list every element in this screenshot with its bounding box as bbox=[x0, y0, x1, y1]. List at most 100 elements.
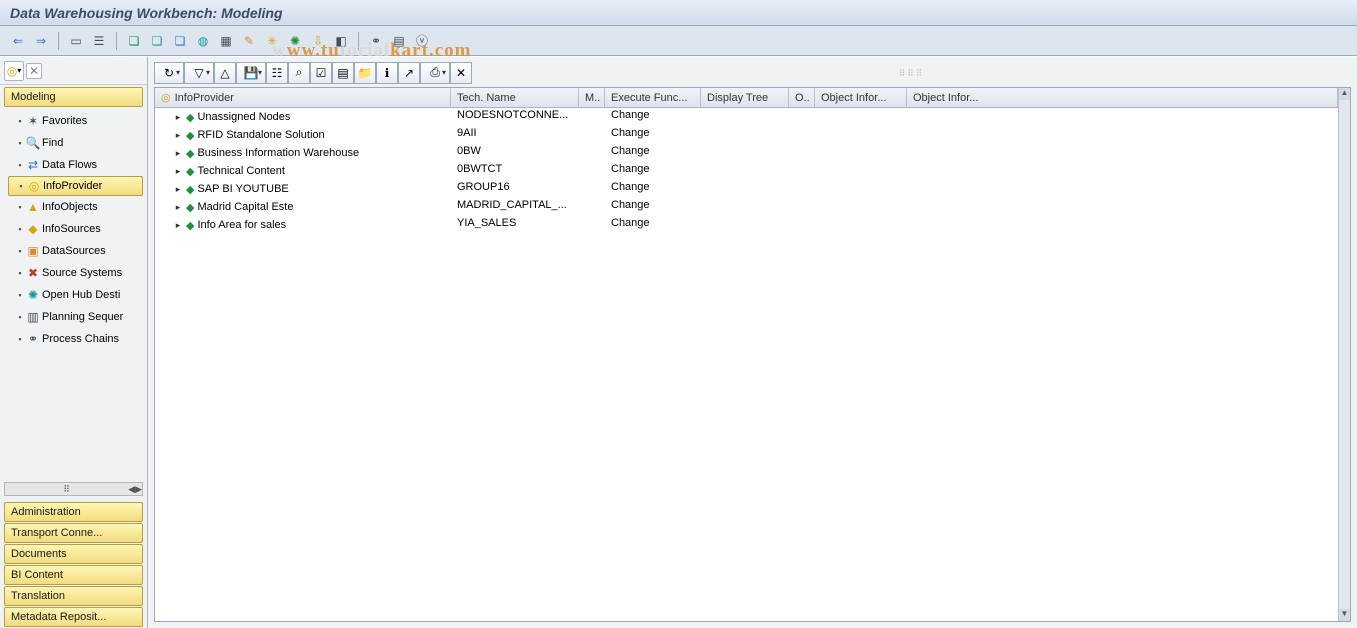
infoarea-icon: ◆ bbox=[186, 165, 194, 178]
sort-asc-icon[interactable]: △ bbox=[214, 62, 236, 84]
expand-icon[interactable]: ▸ bbox=[173, 112, 183, 123]
page-title: Data Warehousing Workbench: Modeling bbox=[10, 5, 283, 21]
infoarea-icon: ◆ bbox=[186, 219, 194, 232]
forward-icon[interactable]: ⇒ bbox=[31, 31, 51, 51]
select-icon[interactable]: ☑ bbox=[310, 62, 332, 84]
nav-infoprovider[interactable]: ▪ ◎ InfoProvider bbox=[8, 176, 143, 196]
row-exec-func: Change bbox=[605, 162, 701, 180]
row-label: RFID Standalone Solution bbox=[197, 129, 324, 141]
sidebar-display-icon[interactable]: ◎▾ bbox=[4, 61, 24, 81]
grid-header: ◎InfoProviderTech. NameM..Execute Func..… bbox=[155, 88, 1338, 108]
grid-icon[interactable]: ▦ bbox=[216, 31, 236, 51]
infoarea-icon: ◆ bbox=[186, 111, 194, 124]
col-header[interactable]: ◎InfoProvider bbox=[155, 88, 451, 107]
nav-open-hub[interactable]: ▪ ✺ Open Hub Desti bbox=[8, 284, 143, 306]
separator bbox=[116, 32, 117, 50]
expand-icon[interactable]: ▸ bbox=[173, 148, 183, 159]
table-row[interactable]: ▸ ◆ RFID Standalone Solution 9AII Change bbox=[155, 126, 1338, 144]
nav-label: Data Flows bbox=[42, 159, 97, 171]
sidebar: ◎▾ ✕ Modeling ▪ ✶ Favorites▪ 🔍 Find▪ ⇄ D… bbox=[0, 57, 148, 628]
db-icon[interactable]: ▤ bbox=[389, 31, 409, 51]
nav-label: DataSources bbox=[42, 245, 106, 257]
toolbar-drag-handle[interactable]: ⠿⠿⠿ bbox=[472, 62, 1351, 84]
sidebar-close-icon[interactable]: ✕ bbox=[26, 63, 42, 79]
external-icon[interactable]: ↗ bbox=[398, 62, 420, 84]
row-label: Unassigned Nodes bbox=[197, 111, 290, 123]
row-label: Technical Content bbox=[197, 165, 284, 177]
col-header[interactable]: Object Infor... bbox=[815, 88, 907, 107]
sidebar-hscroll[interactable]: ⠿◀▶ bbox=[4, 482, 143, 496]
col-header[interactable]: M.. bbox=[579, 88, 605, 107]
acc-translation[interactable]: Translation bbox=[4, 586, 143, 606]
bullet-icon: ▪ bbox=[16, 290, 24, 300]
nav-find[interactable]: ▪ 🔍 Find bbox=[8, 132, 143, 154]
expand-icon[interactable]: ▸ bbox=[173, 220, 183, 231]
nav-icon: ◆ bbox=[24, 222, 42, 236]
acc-administration[interactable]: Administration bbox=[4, 502, 143, 522]
table-row[interactable]: ▸ ◆ Technical Content 0BWTCT Change bbox=[155, 162, 1338, 180]
acc-bi-content[interactable]: BI Content bbox=[4, 565, 143, 585]
cube-blue-icon[interactable]: ❏ bbox=[170, 31, 190, 51]
row-tech-name: 0BWTCT bbox=[451, 162, 579, 180]
table-row[interactable]: ▸ ◆ SAP BI YOUTUBE GROUP16 Change bbox=[155, 180, 1338, 198]
table-row[interactable]: ▸ ◆ Unassigned Nodes NODESNOTCONNE... Ch… bbox=[155, 108, 1338, 126]
refresh-icon[interactable]: ↻ bbox=[154, 62, 184, 84]
row-tech-name: 9AII bbox=[451, 126, 579, 144]
nav-infoobjects[interactable]: ▪ ▲ InfoObjects bbox=[8, 196, 143, 218]
expand-icon[interactable]: ▸ bbox=[173, 130, 183, 141]
back-icon[interactable]: ⇐ bbox=[8, 31, 28, 51]
nav-planning-seq[interactable]: ▪ ▥ Planning Sequer bbox=[8, 306, 143, 328]
link-icon[interactable]: ⚭ bbox=[366, 31, 386, 51]
col-header[interactable]: Tech. Name bbox=[451, 88, 579, 107]
row-tech-name: YIA_SALES bbox=[451, 216, 579, 234]
hierarchy-icon[interactable]: ☷ bbox=[266, 62, 288, 84]
print-icon[interactable]: ⎙ bbox=[420, 62, 450, 84]
nav-favorites[interactable]: ▪ ✶ Favorites bbox=[8, 110, 143, 132]
table-row[interactable]: ▸ ◆ Business Information Warehouse 0BW C… bbox=[155, 144, 1338, 162]
filter-icon[interactable]: ▽ bbox=[184, 62, 214, 84]
close-view-icon[interactable]: ✕ bbox=[450, 62, 472, 84]
save-icon[interactable]: 💾 bbox=[236, 62, 266, 84]
col-header[interactable]: Display Tree bbox=[701, 88, 789, 107]
nav-infosources[interactable]: ▪ ◆ InfoSources bbox=[8, 218, 143, 240]
nav-process-chains[interactable]: ▪ ⚭ Process Chains bbox=[8, 328, 143, 350]
wand-icon[interactable]: ✎ bbox=[239, 31, 259, 51]
nav-source-systems[interactable]: ▪ ✖ Source Systems bbox=[8, 262, 143, 284]
table-row[interactable]: ▸ ◆ Madrid Capital Este MADRID_CAPITAL_.… bbox=[155, 198, 1338, 216]
main-area: ↻▽△💾☷⌕☑▤📁ℹ↗⎙✕ ⠿⠿⠿ ◎InfoProviderTech. Nam… bbox=[148, 57, 1357, 628]
tag-icon[interactable]: ◧ bbox=[331, 31, 351, 51]
window-icon[interactable]: ▭ bbox=[66, 31, 86, 51]
spark-icon[interactable]: ✺ bbox=[285, 31, 305, 51]
columns-icon[interactable]: ▤ bbox=[332, 62, 354, 84]
col-header[interactable]: Execute Func... bbox=[605, 88, 701, 107]
col-header[interactable]: Object Infor... bbox=[907, 88, 1338, 107]
find-icon[interactable]: ⌕ bbox=[288, 62, 310, 84]
row-exec-func: Change bbox=[605, 198, 701, 216]
expand-icon[interactable]: ▸ bbox=[173, 166, 183, 177]
expand-icon[interactable]: ▸ bbox=[173, 202, 183, 213]
grid-vscroll[interactable]: ▲ ▼ bbox=[1338, 88, 1350, 621]
gear-icon[interactable]: ✳ bbox=[262, 31, 282, 51]
cylinder-icon[interactable]: ◍ bbox=[193, 31, 213, 51]
info-icon[interactable]: ℹ bbox=[376, 62, 398, 84]
download-icon[interactable]: ⇩ bbox=[308, 31, 328, 51]
row-exec-func: Change bbox=[605, 126, 701, 144]
bullet-icon: ▪ bbox=[16, 246, 24, 256]
nav-datasources[interactable]: ▪ ▣ DataSources bbox=[8, 240, 143, 262]
nav-data-flows[interactable]: ▪ ⇄ Data Flows bbox=[8, 154, 143, 176]
cube-green-icon[interactable]: ❏ bbox=[124, 31, 144, 51]
tree-icon[interactable]: ☰ bbox=[89, 31, 109, 51]
nav-icon: ⇄ bbox=[24, 158, 42, 172]
acc-documents[interactable]: Documents bbox=[4, 544, 143, 564]
cube-teal-icon[interactable]: ❏ bbox=[147, 31, 167, 51]
table-row[interactable]: ▸ ◆ Info Area for sales YIA_SALES Change bbox=[155, 216, 1338, 234]
nav-icon: ⚭ bbox=[24, 332, 42, 346]
col-header[interactable]: O.. bbox=[789, 88, 815, 107]
infoarea-icon: ◆ bbox=[186, 129, 194, 142]
var-icon[interactable]: ⓥ bbox=[412, 31, 432, 51]
acc-modeling[interactable]: Modeling bbox=[4, 87, 143, 107]
expand-icon[interactable]: ▸ bbox=[173, 184, 183, 195]
acc-transport-connection[interactable]: Transport Conne... bbox=[4, 523, 143, 543]
folder-icon[interactable]: 📁 bbox=[354, 62, 376, 84]
acc-metadata-repository[interactable]: Metadata Reposit... bbox=[4, 607, 143, 627]
